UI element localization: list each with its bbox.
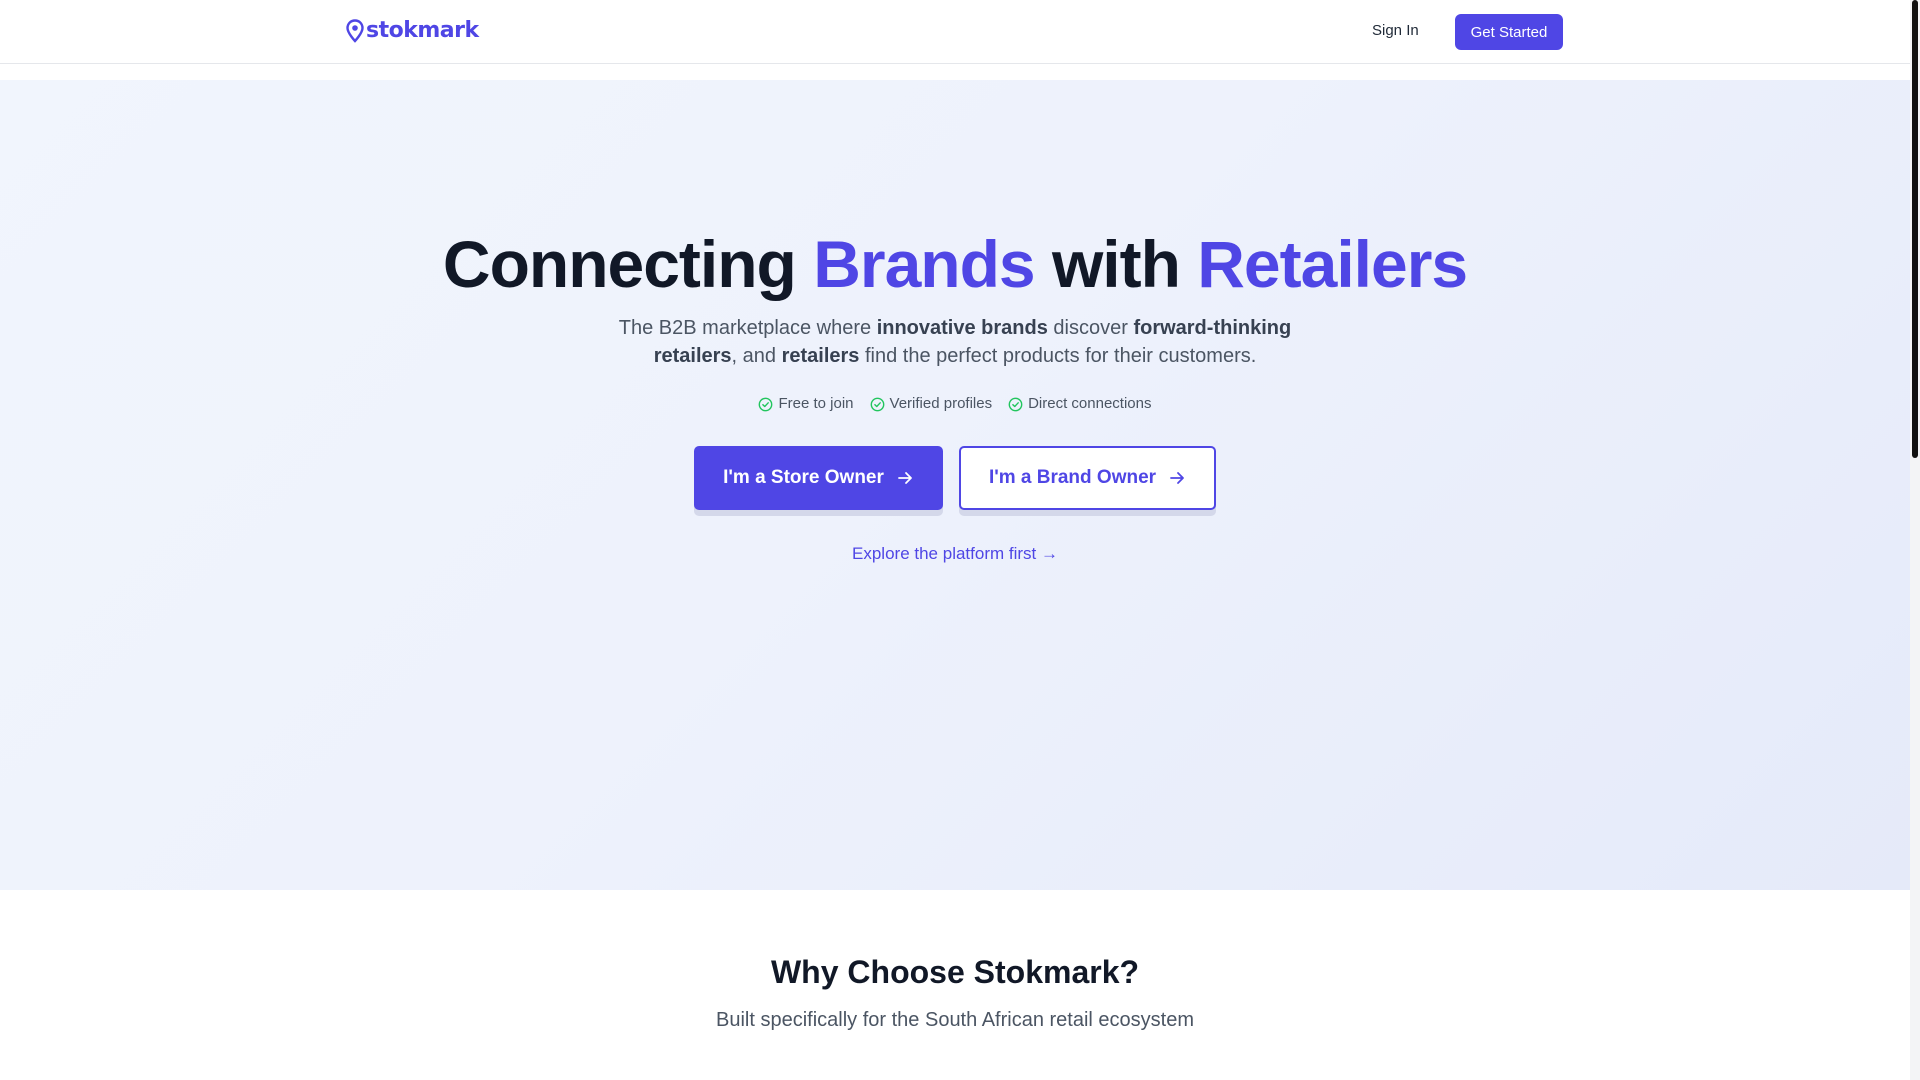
- subtitle-text: discover: [1047, 317, 1134, 339]
- check-circle-icon: [870, 397, 884, 411]
- hero-subtitle: The B2B marketplace where innovative bra…: [580, 314, 1330, 370]
- top-navbar: stokmark Sign In Get Started: [0, 0, 1910, 64]
- subtitle-bold: innovative brands: [876, 317, 1048, 339]
- title-text-connecting: Connecting: [442, 227, 814, 301]
- why-section-title: Why Choose Stokmark?: [770, 954, 1140, 990]
- feature-free-to-join: Free to join: [758, 394, 854, 414]
- title-accent-retailers: Retailers: [1197, 227, 1468, 301]
- check-circle-icon: [759, 397, 773, 411]
- subtitle-text: The B2B marketplace where: [618, 317, 877, 339]
- feature-label: Free to join: [778, 395, 854, 412]
- page: stokmark Sign In Get Started Connecting …: [0, 0, 1910, 1080]
- store-owner-button[interactable]: I'm a Store Owner: [694, 446, 943, 510]
- logo-text: stokmark: [366, 18, 479, 43]
- brand-owner-label: I'm a Brand Owner: [988, 467, 1157, 488]
- scrollbar-thumb[interactable]: [1912, 0, 1918, 458]
- sign-in-link[interactable]: Sign In: [1372, 18, 1419, 44]
- feature-label: Verified profiles: [889, 395, 993, 412]
- subtitle-text: , and: [731, 345, 782, 367]
- title-text-with: with: [1034, 227, 1198, 301]
- logo[interactable]: stokmark: [346, 17, 479, 45]
- why-section-subtitle: Built specifically for the South African…: [716, 1009, 1194, 1031]
- cta-buttons: I'm a Store Owner I'm a Brand Owner: [0, 446, 1910, 510]
- title-accent-brands: Brands: [813, 227, 1035, 301]
- map-pin-icon: [346, 19, 364, 43]
- arrow-right-icon: [897, 472, 912, 484]
- page-scrollbar[interactable]: [1910, 0, 1920, 1080]
- feature-list: Free to join Verified profiles Direct co…: [0, 394, 1910, 414]
- feature-direct-connections: Direct connections: [1008, 394, 1152, 414]
- arrow-right-icon: [1170, 472, 1184, 484]
- explore-section: Explore the platform first →: [0, 542, 1910, 566]
- brand-owner-button[interactable]: I'm a Brand Owner: [959, 446, 1216, 510]
- check-circle-icon: [1008, 397, 1023, 411]
- store-owner-label: I'm a Store Owner: [723, 467, 884, 488]
- subtitle-text: find the perfect products for their cust…: [859, 345, 1257, 367]
- hero-title: Connecting Brands with Retailers: [0, 224, 1910, 304]
- feature-verified-profiles: Verified profiles: [870, 394, 993, 414]
- subtitle-bold: retailers: [781, 345, 860, 367]
- explore-platform-link[interactable]: Explore the platform first →: [852, 544, 1058, 563]
- feature-label: Direct connections: [1028, 395, 1152, 412]
- hero-section: Connecting Brands with Retailers The B2B…: [0, 80, 1910, 890]
- get-started-button[interactable]: Get Started: [1455, 14, 1563, 50]
